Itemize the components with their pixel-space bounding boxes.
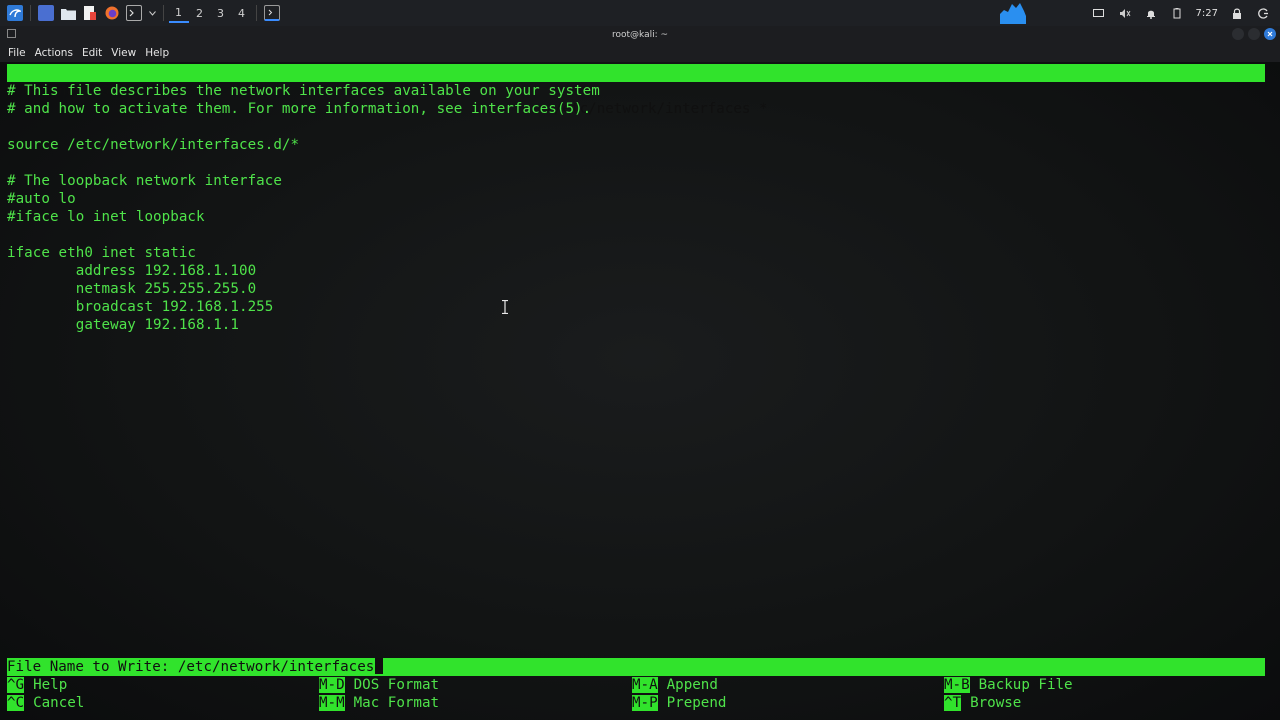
menu-bar: File Actions Edit View Help <box>0 44 1280 62</box>
battery-icon[interactable] <box>1169 5 1185 21</box>
window-menu-icon[interactable] <box>7 29 16 38</box>
shortcut-dos-format[interactable]: M-D DOS Format <box>319 676 439 694</box>
maximize-button[interactable] <box>1248 28 1260 40</box>
chevron-down-icon[interactable] <box>148 5 156 21</box>
nano-title-bar: GNU nano 6.4 /etc/network/interfaces * <box>7 64 1265 117</box>
shortcut-help[interactable]: ^G Help <box>7 676 67 694</box>
menu-view[interactable]: View <box>111 47 136 59</box>
firefox-icon[interactable] <box>104 5 120 21</box>
prompt-label: File Name to Write: <box>7 659 178 675</box>
display-icon[interactable] <box>1091 5 1107 21</box>
shortcut-prepend[interactable]: M-P Prepend <box>632 694 726 712</box>
filename-input[interactable]: /etc/network/interfaces <box>178 659 374 675</box>
notification-bell-icon[interactable] <box>1143 5 1159 21</box>
workspace-2[interactable]: 2 <box>190 3 210 23</box>
shortcut-mac-format[interactable]: M-M Mac Format <box>319 694 439 712</box>
editor-line[interactable]: gateway 192.168.1.1 <box>7 316 239 334</box>
text-cursor <box>375 658 384 674</box>
menu-file[interactable]: File <box>8 47 26 59</box>
cpu-graph-icon <box>999 2 1026 24</box>
terminal-scrollbar[interactable] <box>1266 62 1280 720</box>
editor-line[interactable]: # The loopback network interface <box>7 172 282 190</box>
shortcut-backup-file[interactable]: M-B Backup File <box>944 676 1073 694</box>
terminal-icon[interactable] <box>126 5 142 21</box>
window-title: root@kali: ~ <box>611 30 669 40</box>
editor-line[interactable]: #iface lo inet loopback <box>7 208 205 226</box>
logout-icon[interactable] <box>1255 5 1271 21</box>
workspace-4[interactable]: 4 <box>232 3 252 23</box>
editor-line[interactable]: broadcast 192.168.1.255 <box>7 298 274 316</box>
menu-edit[interactable]: Edit <box>82 47 102 59</box>
taskbar: 1 2 3 4 7:27 <box>0 0 1280 26</box>
kali-menu-icon[interactable] <box>7 5 23 21</box>
close-button[interactable] <box>1264 28 1276 40</box>
editor-line[interactable]: iface eth0 inet static <box>7 244 196 262</box>
menu-help[interactable]: Help <box>145 47 169 59</box>
text-cursor-icon <box>502 300 508 314</box>
workspace-3[interactable]: 3 <box>211 3 231 23</box>
minimize-button[interactable] <box>1232 28 1244 40</box>
editor-line[interactable]: address 192.168.1.100 <box>7 262 256 280</box>
editor-line[interactable]: netmask 255.255.255.0 <box>7 280 256 298</box>
editor-line[interactable]: # and how to activate them. For more inf… <box>7 100 591 118</box>
lock-icon[interactable] <box>1229 5 1245 21</box>
taskbar-separator <box>30 5 31 21</box>
menu-actions[interactable]: Actions <box>35 47 73 59</box>
taskbar-separator <box>163 5 164 21</box>
mute-volume-icon[interactable] <box>1117 5 1133 21</box>
terminal-area[interactable]: GNU nano 6.4 /etc/network/interfaces * #… <box>0 62 1280 720</box>
editor-line[interactable]: #auto lo <box>7 190 76 208</box>
terminal-window-icon[interactable] <box>264 5 280 21</box>
taskbar-separator <box>256 5 257 21</box>
editor-line[interactable]: # This file describes the network interf… <box>7 82 600 100</box>
shortcut-browse[interactable]: ^T Browse <box>944 694 1021 712</box>
workspace-1[interactable]: 1 <box>168 3 189 23</box>
file-manager-icon[interactable] <box>60 5 76 21</box>
editor-line[interactable]: source /etc/network/interfaces.d/* <box>7 136 299 154</box>
system-tray: 7:27 <box>995 0 1276 26</box>
window-titlebar[interactable]: root@kali: ~ <box>0 26 1280 44</box>
save-prompt[interactable]: File Name to Write: /etc/network/interfa… <box>7 658 1265 676</box>
desktop-icon[interactable] <box>38 5 54 21</box>
text-editor-icon[interactable] <box>82 5 98 21</box>
clock[interactable]: 7:27 <box>1196 8 1218 19</box>
shortcut-cancel[interactable]: ^C Cancel <box>7 694 84 712</box>
shortcut-append[interactable]: M-A Append <box>632 676 718 694</box>
